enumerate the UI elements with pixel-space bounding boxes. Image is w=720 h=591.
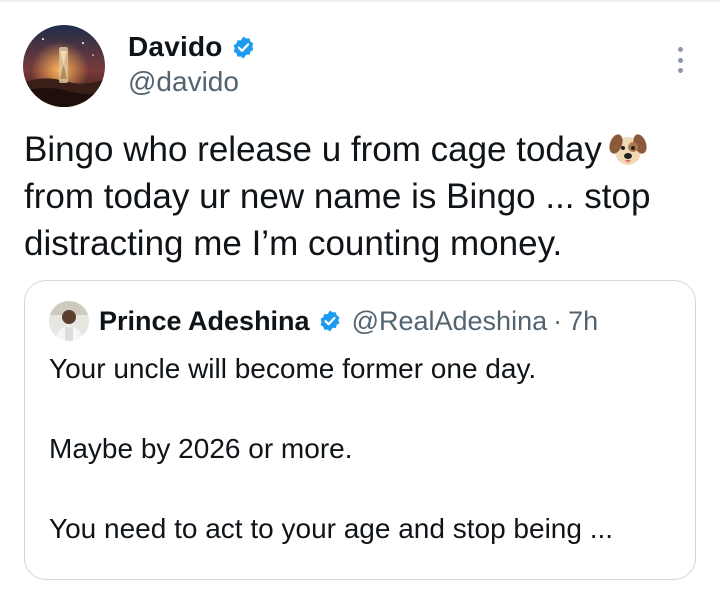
- post-text-line: from today ur new name is Bingo ... stop: [24, 177, 651, 216]
- quoted-author-avatar[interactable]: [49, 301, 89, 341]
- author-avatar[interactable]: [23, 25, 105, 107]
- quoted-post-card[interactable]: Prince Adeshina @RealAdeshina · 7h Your …: [24, 280, 696, 580]
- quoted-author-name[interactable]: Prince Adeshina: [99, 306, 310, 337]
- quoted-author-handle[interactable]: @RealAdeshina: [352, 306, 548, 337]
- quoted-post-timestamp[interactable]: 7h: [568, 306, 598, 337]
- verified-badge-icon: [318, 309, 342, 333]
- verified-badge-icon: [231, 35, 256, 60]
- quoted-post-text: Your uncle will become former one day. M…: [49, 351, 689, 591]
- author-handle[interactable]: @davido: [128, 66, 239, 98]
- more-options-button[interactable]: [668, 45, 692, 75]
- avatar-image: [49, 301, 89, 341]
- author-name-row[interactable]: Davido: [128, 30, 256, 64]
- dog-face-icon: [608, 129, 648, 169]
- post-text: Bingo who release u from cage today from…: [24, 126, 704, 267]
- quoted-paragraph: Maybe by 2026 or more.: [49, 433, 353, 464]
- quoted-paragraph: Your uncle will become former one day.: [49, 353, 537, 384]
- top-divider: [0, 0, 720, 2]
- more-options-icon: [677, 47, 683, 52]
- quoted-post-header: Prince Adeshina @RealAdeshina · 7h: [99, 303, 598, 339]
- post-text-line: Bingo who release u from cage today: [24, 126, 704, 173]
- separator-dot: ·: [553, 305, 563, 336]
- avatar-image: [23, 25, 105, 107]
- post-text-line: distracting me I’m counting money.: [24, 224, 563, 263]
- quoted-paragraph: You need to act to your age and stop bei…: [49, 513, 614, 544]
- author-name[interactable]: Davido: [128, 31, 223, 63]
